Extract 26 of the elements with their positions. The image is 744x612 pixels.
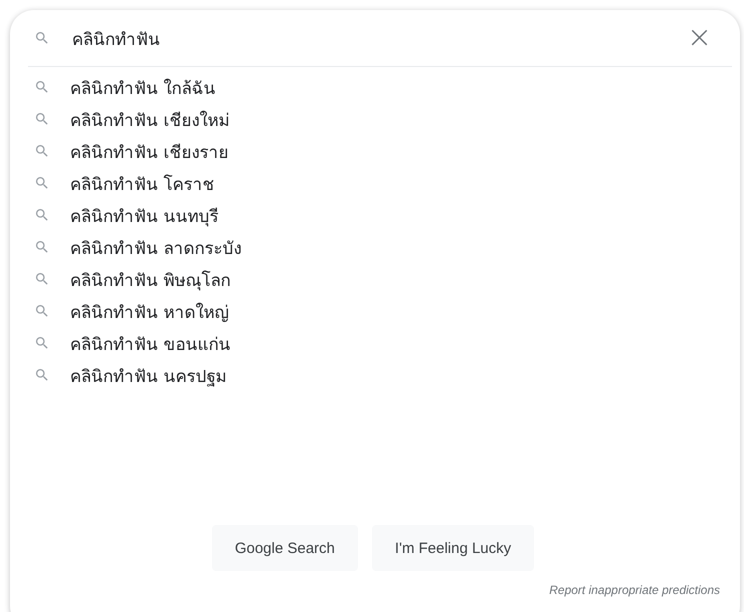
search-icon [34,335,50,351]
suggestion[interactable]: คลินิกทำฟัน หาดใหญ่ [70,298,228,324]
lucky-button[interactable]: I'm Feeling Lucky [372,525,534,571]
suggestion[interactable]: คลินิกทำฟัน เชียงราย [70,138,228,164]
suggestion[interactable]: คลินิกทำฟัน ขอนแก่น [70,330,230,356]
suggestion[interactable]: คลินิกทำฟัน นครปฐม [70,362,226,388]
suggestion[interactable]: คลินิกทำฟัน ใกล้ฉัน [70,74,216,100]
search-icon [34,303,50,319]
search-icon [34,367,50,383]
clear-button[interactable]: × [682,23,716,53]
search-icon [34,30,50,46]
search-icon [34,271,50,287]
suggestion[interactable]: คลินิกทำฟัน นนทบุรี [70,202,218,228]
suggestion[interactable]: คลินิกทำฟัน พิษณุโลก [70,266,230,292]
search-icon [34,207,50,223]
search-button[interactable]: Google Search [212,525,358,571]
suggestion[interactable]: คลินิกทำฟัน โคราช [70,170,214,196]
search-icon [34,175,50,191]
search-icon [34,79,50,95]
report-link[interactable]: Report inappropriate predictions [549,583,720,597]
suggestion[interactable]: คลินิกทำฟัน ลาดกระบัง [70,234,242,260]
suggestion[interactable]: คลินิกทำฟัน เชียงใหม่ [70,106,230,132]
search-icon [34,143,50,159]
search-field[interactable]: คลินิกทำฟัน [70,27,683,49]
search-icon [34,111,50,127]
search-icon [34,239,50,255]
